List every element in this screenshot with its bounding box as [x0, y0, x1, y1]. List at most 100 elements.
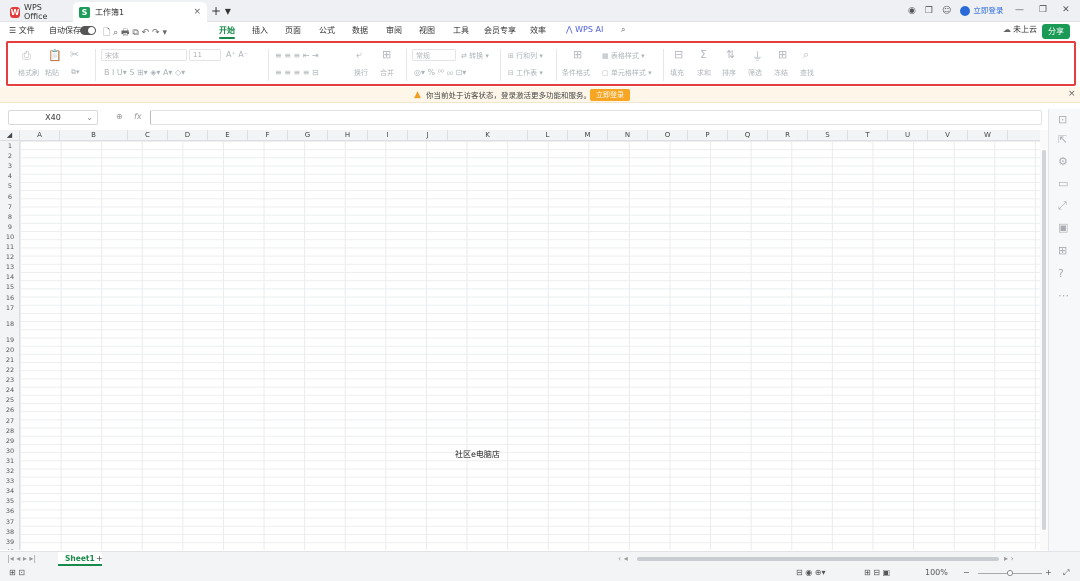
more-icon[interactable]: ⋯: [1058, 289, 1069, 302]
zoom-slider-knob[interactable]: [1007, 570, 1013, 576]
row-header-8[interactable]: 8: [0, 212, 20, 222]
row-header-4[interactable]: 4: [0, 171, 20, 181]
new-tab-button[interactable]: + ▾: [211, 4, 231, 18]
tab-efficiency[interactable]: 效率: [530, 25, 546, 36]
zoom-value[interactable]: 100%: [925, 568, 948, 577]
notice-close-icon[interactable]: ×: [1068, 89, 1076, 99]
row-header-12[interactable]: 12: [0, 252, 20, 262]
scroll-arrows-icon[interactable]: ‹ ◂: [618, 554, 628, 563]
expand-icon[interactable]: ⤢: [1058, 199, 1067, 213]
layout-icons[interactable]: ⊞ ⊟ ▣: [864, 568, 890, 577]
format-painter-icon[interactable]: ⎙: [22, 49, 31, 63]
vertical-scrollbar[interactable]: [1040, 130, 1048, 550]
align-top-icons[interactable]: ≡ ≡ ≡ ⇤ ⇥: [275, 51, 319, 60]
column-header-o[interactable]: O: [648, 130, 688, 141]
row-header-19[interactable]: 19: [0, 335, 20, 345]
row-header-6[interactable]: 6: [0, 192, 20, 202]
row-header-15[interactable]: 15: [0, 282, 20, 292]
font-style-icons[interactable]: B I U▾ S ⊞▾ ◈▾ A▾ ◇▾: [104, 68, 185, 77]
row-header-40[interactable]: 40: [0, 547, 20, 550]
cloud-status[interactable]: ☁ 未上云: [1003, 24, 1037, 35]
wrap-icon[interactable]: ⤶: [356, 48, 362, 62]
row-header-36[interactable]: 36: [0, 506, 20, 516]
wrap-label[interactable]: 换行: [354, 68, 368, 78]
notice-login-button[interactable]: 立即登录: [590, 89, 630, 101]
cut-icon[interactable]: ✂: [70, 48, 79, 61]
autosave-toggle[interactable]: [80, 26, 96, 35]
sort-icon[interactable]: ⇅: [726, 48, 735, 61]
tab-formula[interactable]: 公式: [319, 25, 335, 36]
column-header-j[interactable]: J: [408, 130, 448, 141]
find-label[interactable]: 查找: [800, 68, 814, 78]
row-col-button[interactable]: ⊞ 行和列 ▾: [508, 51, 543, 61]
row-header-30[interactable]: 30: [0, 446, 20, 456]
font-grow-shrink-icon[interactable]: A⁺ A⁻: [226, 50, 248, 59]
column-header-k[interactable]: K: [448, 130, 528, 141]
row-header-25[interactable]: 25: [0, 395, 20, 405]
fx-icon[interactable]: fx: [134, 112, 142, 121]
row-header-27[interactable]: 27: [0, 416, 20, 426]
row-header-13[interactable]: 13: [0, 262, 20, 272]
sum-label[interactable]: 求和: [697, 68, 711, 78]
row-header-16[interactable]: 16: [0, 293, 20, 303]
column-header-i[interactable]: I: [368, 130, 408, 141]
tab-review[interactable]: 审阅: [386, 25, 402, 36]
column-header-c[interactable]: C: [128, 130, 168, 141]
column-header-l[interactable]: L: [528, 130, 568, 141]
column-header-w[interactable]: W: [968, 130, 1008, 141]
column-header-p[interactable]: P: [688, 130, 728, 141]
fill-icon[interactable]: ⊟: [674, 48, 683, 61]
zoom-out-icon[interactable]: −: [963, 568, 970, 577]
fullscreen-icon[interactable]: ⤢: [1063, 568, 1069, 578]
filter-label[interactable]: 筛选: [748, 68, 762, 78]
settings-icon[interactable]: ⚙: [1058, 155, 1068, 168]
format-painter-label[interactable]: 格式刷: [18, 68, 39, 78]
sheet-nav-icons[interactable]: |◂ ◂ ▸ ▸|: [7, 554, 36, 563]
share-button[interactable]: 分享: [1042, 24, 1070, 39]
tab-member[interactable]: 会员专享: [484, 25, 516, 36]
tab-start[interactable]: 开始: [219, 25, 235, 36]
quick-toolbar-icons[interactable]: 🗋 ⌕ 🖶 ⧉ ↶ ↷ ▾: [103, 25, 167, 41]
column-header-e[interactable]: E: [208, 130, 248, 141]
paste-label[interactable]: 粘贴: [45, 68, 59, 78]
window-icon[interactable]: ❐: [925, 6, 933, 16]
paste-icon[interactable]: 📋: [48, 49, 62, 62]
horizontal-scrollbar[interactable]: [637, 557, 999, 561]
add-sheet-button[interactable]: +: [96, 554, 103, 563]
skin-icon[interactable]: ☺: [942, 6, 951, 16]
row-header-37[interactable]: 37: [0, 517, 20, 527]
view-icons[interactable]: ⊟ ◉ ⊕▾: [796, 568, 826, 577]
freeze-icon[interactable]: ⊞: [778, 48, 787, 61]
cell-area[interactable]: [20, 141, 1040, 550]
number-style-icons[interactable]: ◎▾ % ⁰⁰ ₀₀ ⊡▾: [414, 68, 466, 77]
search-icon[interactable]: ⌕: [621, 25, 625, 35]
help-icon[interactable]: ?: [1058, 267, 1064, 280]
formula-input[interactable]: [150, 110, 1042, 125]
image-icon[interactable]: ▣: [1058, 221, 1068, 234]
row-header-10[interactable]: 10: [0, 232, 20, 242]
panel-toggle-icon[interactable]: ⊡: [1058, 113, 1067, 126]
sum-icon[interactable]: Σ: [700, 48, 707, 61]
find-icon[interactable]: ⌕: [803, 48, 809, 62]
tab-wps-ai[interactable]: ⋀ WPS AI: [566, 25, 603, 34]
file-menu[interactable]: ☰ 文件: [9, 25, 35, 36]
row-header-28[interactable]: 28: [0, 426, 20, 436]
close-tab-icon[interactable]: ×: [193, 7, 201, 17]
row-header-26[interactable]: 26: [0, 405, 20, 415]
column-header-h[interactable]: H: [328, 130, 368, 141]
row-header-5[interactable]: 5: [0, 181, 20, 191]
merge-icon[interactable]: ⊞: [382, 48, 391, 61]
row-header-11[interactable]: 11: [0, 242, 20, 252]
column-header-m[interactable]: M: [568, 130, 608, 141]
cell-k18[interactable]: 社区e电脑店: [455, 449, 500, 460]
row-header-23[interactable]: 23: [0, 375, 20, 385]
row-header-33[interactable]: 33: [0, 476, 20, 486]
theme-icon[interactable]: ◉: [908, 6, 916, 16]
row-header-14[interactable]: 14: [0, 272, 20, 282]
row-header-17[interactable]: 17: [0, 303, 20, 313]
row-header-21[interactable]: 21: [0, 355, 20, 365]
minimize-icon[interactable]: —: [1015, 5, 1024, 15]
column-header-g[interactable]: G: [288, 130, 328, 141]
freeze-label[interactable]: 冻结: [774, 68, 788, 78]
zoom-in-icon[interactable]: +: [1045, 568, 1052, 577]
